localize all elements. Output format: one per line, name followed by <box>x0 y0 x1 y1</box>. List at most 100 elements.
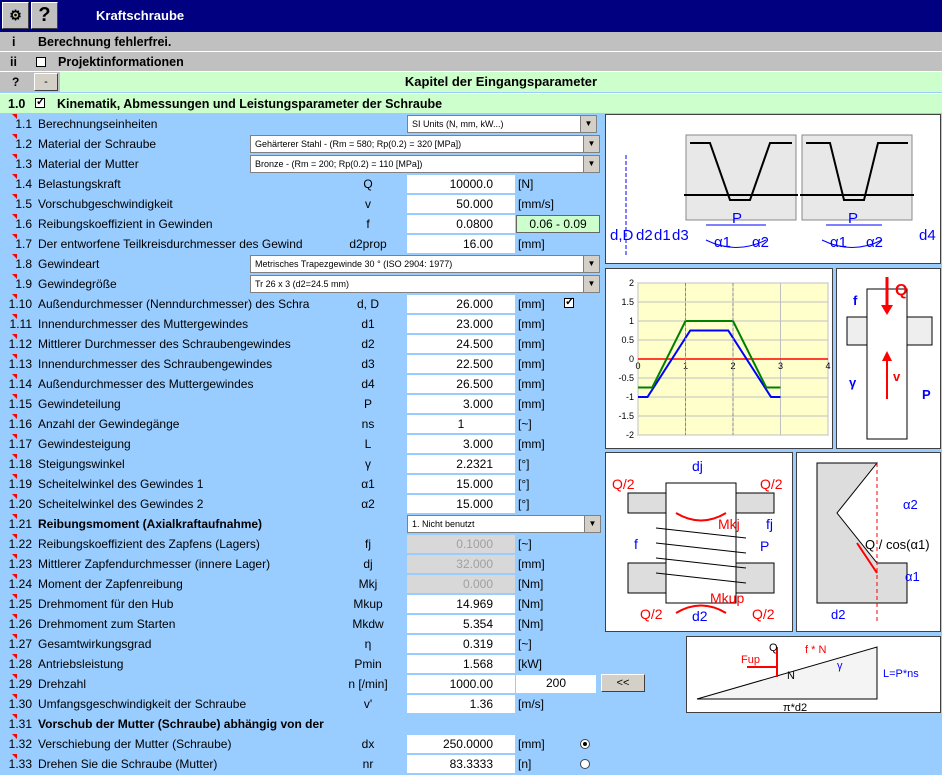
row-unit: [~] <box>518 537 532 551</box>
row-value-input[interactable]: 0.000 <box>407 575 515 593</box>
row-dropdown[interactable]: Tr 26 x 3 (d2=24.5 mm) ▼ <box>250 275 600 293</box>
row-symbol: dx <box>361 737 375 751</box>
rpm-copy-button[interactable]: << <box>601 674 645 692</box>
row-number: 1.29 <box>8 677 32 691</box>
row-label: Mittlerer Durchmesser des Schraubengewin… <box>38 337 291 351</box>
row-unit: [n] <box>518 757 532 771</box>
mode-radio[interactable] <box>580 739 590 749</box>
project-bar[interactable]: ii Projektinformationen <box>0 52 942 72</box>
section-header: 1.0 Kinematik, Abmessungen und Leistungs… <box>0 93 942 113</box>
row-value-input[interactable]: 1 <box>407 415 515 433</box>
row-label: Drehmoment für den Hub <box>38 597 174 611</box>
row-symbol: f <box>366 217 370 231</box>
row-dropdown[interactable]: 1. Nicht benutzt ▼ <box>407 515 601 533</box>
chevron-down-icon[interactable]: ▼ <box>580 116 596 132</box>
row-value-input[interactable]: 0.319 <box>407 635 515 653</box>
row-dropdown[interactable]: Bronze - (Rm = 200; Rp(0.2) = 110 [MPa])… <box>250 155 600 173</box>
row-value-input[interactable]: 0.1000 <box>407 535 515 553</box>
incline-label-q: Q <box>769 642 778 654</box>
row-value-input[interactable]: 32.000 <box>407 555 515 573</box>
param-row: 1.32 Verschiebung der Mutter (Schraube) dx… <box>0 734 604 754</box>
collar-label-q2c: Q/2 <box>640 606 663 622</box>
mode-radio[interactable] <box>580 759 590 769</box>
thread-label-d3: d3 <box>672 227 689 244</box>
row-value-input[interactable]: 22.500 <box>407 355 515 373</box>
row-label: Anzahl der Gewindegänge <box>38 417 180 431</box>
section-title: Kinematik, Abmessungen und Leistungspara… <box>57 97 443 111</box>
row-symbol: Q <box>363 177 373 191</box>
row-symbol: Pmin <box>354 657 382 671</box>
row-symbol: γ <box>365 457 371 471</box>
row-symbol: d2 <box>361 337 375 351</box>
row-value-input[interactable]: 16.00 <box>407 235 515 253</box>
row-value-input[interactable]: 23.000 <box>407 315 515 333</box>
row-number: 1.21 <box>8 517 32 531</box>
rpm-input[interactable]: 200 <box>516 675 596 693</box>
row-label: Innendurchmesser des Muttergewindes <box>38 317 249 331</box>
chevron-down-icon[interactable]: ▼ <box>584 516 600 532</box>
collapse-button[interactable]: - <box>34 73 58 91</box>
row-unit: [mm] <box>518 317 545 331</box>
row-value-input[interactable]: 3.000 <box>407 395 515 413</box>
row-number: 1.19 <box>8 477 32 491</box>
row-label: Gewindesteigung <box>38 437 131 451</box>
row-value-input[interactable]: 26.500 <box>407 375 515 393</box>
row-value-input[interactable]: 15.000 <box>407 495 515 513</box>
param-row: 1.29Drehzahln [/min]1000.00200<<<< <box>0 674 645 694</box>
row-value-input[interactable]: 14.969 <box>407 595 515 613</box>
help-button[interactable]: ? <box>31 2 58 29</box>
row-value-input[interactable]: 1000.00 <box>407 675 515 693</box>
row-dropdown[interactable]: Metrisches Trapezgewinde 30 ° (ISO 2904:… <box>250 255 600 273</box>
thread-label-p1: P <box>732 210 742 227</box>
row-value-input[interactable]: 1.36 <box>407 695 515 713</box>
chevron-down-icon[interactable]: ▼ <box>583 136 599 152</box>
row-number: 1.3 <box>15 157 32 171</box>
project-checkbox[interactable] <box>36 57 46 67</box>
row-label: Verschiebung der Mutter (Schraube) <box>38 737 232 751</box>
chevron-down-icon[interactable]: ▼ <box>583 276 599 292</box>
incline-label-pid2: π*d2 <box>783 702 807 714</box>
row-value-input[interactable]: 24.500 <box>407 335 515 353</box>
row-value-input[interactable]: 50.000 <box>407 195 515 213</box>
collar-label-p: P <box>760 538 769 554</box>
section-checkbox[interactable] <box>35 95 45 108</box>
row-value-input[interactable]: 10000.0 <box>407 175 515 193</box>
row-label: Scheitelwinkel des Gewindes 2 <box>38 497 204 511</box>
row-number: 1.23 <box>8 557 32 571</box>
diameter-checkbox[interactable] <box>564 295 574 308</box>
chevron-down-icon[interactable]: ▼ <box>583 256 599 272</box>
row-value-input[interactable]: 0.0800 <box>407 215 515 233</box>
param-row: 1.27 Gesamtwirkungsgrad η 0.319 [~] <box>0 634 604 654</box>
row-value-input[interactable]: 1.568 <box>407 655 515 673</box>
param-row: 1.21 Reibungsmoment (Axialkraftaufnahme) 1… <box>0 514 604 534</box>
row-number: 1.6 <box>15 217 32 231</box>
app-icon[interactable]: ⚙ <box>2 2 29 29</box>
chevron-down-icon[interactable]: ▼ <box>583 156 599 172</box>
row-number: 1.16 <box>8 417 32 431</box>
row-label: Der entworfene Teilkreisdurchmesser des … <box>38 237 303 251</box>
row-number: 1.20 <box>8 497 32 511</box>
title-bar: ⚙ ? Kraftschraube <box>0 0 942 32</box>
row-symbol: P <box>363 397 372 411</box>
collar-friction-diagram: dj Q/2 Q/2 Mkj fj P f Q/2 d2 Mkup Q/2 <box>605 452 793 632</box>
chapter-q[interactable]: ? <box>12 75 19 89</box>
param-row: 1.10 Außendurchmesser (Nenndurchmesser) d… <box>0 294 604 314</box>
y-tick-label: -2 <box>626 430 634 440</box>
row-value-input[interactable]: 83.3333 <box>407 755 515 773</box>
row-value-input[interactable]: 5.354 <box>407 615 515 633</box>
row-label: Gewindeteilung <box>38 397 121 411</box>
row-dropdown[interactable]: Gehärterer Stahl - (Rm = 580; Rp(0.2) = … <box>250 135 600 153</box>
row-dropdown[interactable]: SI Units (N, mm, kW...) ▼ <box>407 115 597 133</box>
row-symbol: d2prop <box>349 237 387 251</box>
row-symbol: α1 <box>361 477 375 491</box>
row-number: 1.7 <box>15 237 32 251</box>
param-row: 1.20 Scheitelwinkel des Gewindes 2 α2 15.00… <box>0 494 604 514</box>
row-value-input[interactable]: 2.2321 <box>407 455 515 473</box>
thread-angle-diagram: α2 Q / cos(α1) α1 d2 <box>796 452 941 632</box>
row-value-input[interactable]: 15.000 <box>407 475 515 493</box>
status-num: i <box>12 35 16 49</box>
collar-label-d2: d2 <box>692 608 708 624</box>
row-value-input[interactable]: 250.0000 <box>407 735 515 753</box>
row-value-input[interactable]: 3.000 <box>407 435 515 453</box>
row-value-input[interactable]: 26.000 <box>407 295 515 313</box>
